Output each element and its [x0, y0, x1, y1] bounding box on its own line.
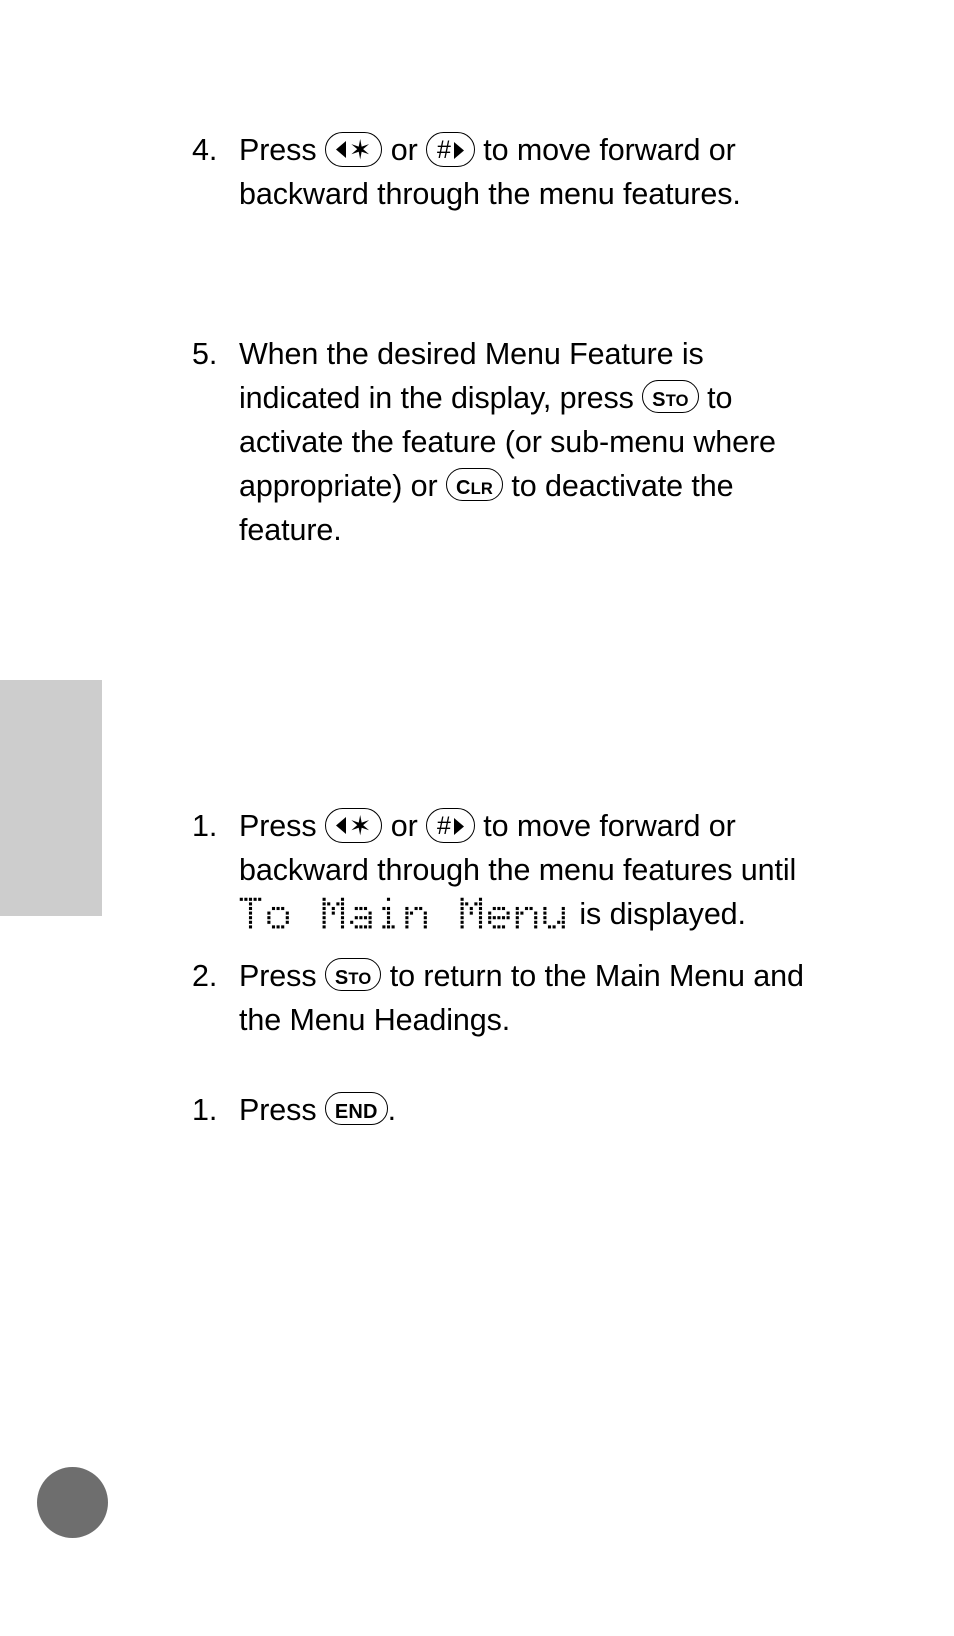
step-number: 1.: [192, 809, 218, 843]
step-text-part: Press: [239, 133, 325, 167]
corner-dot-marker: [37, 1467, 108, 1538]
step-text-part: or: [382, 133, 427, 167]
asterisk-icon: ✶: [348, 135, 372, 165]
step-text: Press END.: [239, 1088, 832, 1132]
clr-key[interactable]: CLR: [445, 468, 503, 504]
list-item: 1. Press ✶ or # to move forward or backw…: [192, 804, 832, 936]
asterisk-icon: ✶: [348, 811, 372, 841]
list-item: 1. Press END.: [192, 1088, 832, 1132]
step-text: Press ✶ or # to move forward or backward…: [239, 804, 832, 936]
hash-icon: #: [437, 812, 451, 840]
sto-key-label: STO: [326, 963, 381, 994]
star-back-key[interactable]: ✶: [324, 132, 383, 167]
hash-forward-key[interactable]: #: [426, 808, 475, 843]
step-number: 5.: [192, 337, 218, 371]
step-text-part: Press: [239, 959, 325, 993]
hash-forward-key-glyph: #: [427, 812, 474, 842]
clr-key-rest: LR: [470, 480, 493, 498]
end-key-label: END: [334, 1101, 378, 1123]
hash-forward-key-glyph: #: [427, 136, 474, 166]
hash-icon: #: [437, 136, 451, 164]
sto-key-rest: TO: [348, 970, 372, 988]
step-text: Press ✶ or # to move forward or backward…: [239, 128, 832, 216]
step-text-part: When the desired Menu Feature is indicat…: [239, 337, 704, 415]
clr-key-label: CLR: [447, 473, 502, 504]
sto-key-label: STO: [643, 385, 698, 416]
content-column: 4. Press ✶ or # to move forward or backw…: [192, 0, 832, 1132]
step-number: 1.: [192, 1093, 218, 1127]
list-item: 4. Press ✶ or # to move forward or backw…: [192, 128, 832, 216]
star-back-key-glyph: ✶: [326, 134, 382, 166]
end-key[interactable]: END: [324, 1092, 388, 1125]
step-text-part: or: [382, 809, 427, 843]
step-number: 4.: [192, 133, 218, 167]
step-text-part: Press: [239, 1093, 325, 1127]
manual-page: 4. Press ✶ or # to move forward or backw…: [0, 0, 954, 1636]
hash-forward-key[interactable]: #: [426, 132, 475, 167]
step-text-part: is displayed.: [571, 897, 746, 931]
star-back-key[interactable]: ✶: [324, 808, 383, 843]
step-text: When the desired Menu Feature is indicat…: [239, 332, 832, 552]
step-text-part: .: [387, 1093, 397, 1127]
sto-key-rest: TO: [665, 392, 689, 410]
lcd-display-text: [239, 897, 571, 930]
list-item: 2. Press STO to return to the Main Menu …: [192, 954, 832, 1042]
step-text-part: Press: [239, 809, 325, 843]
sto-key[interactable]: STO: [324, 958, 382, 994]
sto-key-cap: S: [652, 389, 666, 411]
clr-key-cap: C: [455, 477, 471, 499]
star-back-key-glyph: ✶: [326, 810, 382, 842]
edge-index-tab: [0, 680, 102, 916]
sto-key-cap: S: [334, 967, 349, 989]
step-number: 2.: [192, 959, 218, 993]
list-item: 5. When the desired Menu Feature is indi…: [192, 332, 832, 552]
step-text: Press STO to return to the Main Menu and…: [239, 954, 832, 1042]
sto-key[interactable]: STO: [642, 380, 699, 413]
